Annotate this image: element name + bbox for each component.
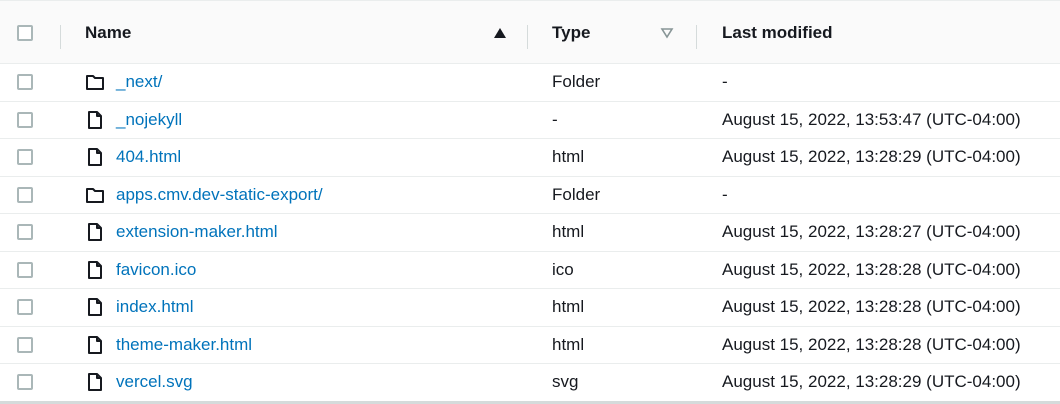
object-name-link[interactable]: vercel.svg bbox=[116, 372, 193, 392]
table-header: Name Type Last modified bbox=[0, 0, 1060, 64]
column-divider bbox=[60, 25, 61, 49]
sort-unsorted-icon[interactable] bbox=[660, 27, 674, 39]
name-cell: vercel.svg bbox=[85, 364, 193, 401]
row-select-cell bbox=[17, 327, 33, 364]
name-cell: _nojekyll bbox=[85, 102, 182, 139]
row-select-cell bbox=[17, 289, 33, 326]
row-checkbox[interactable] bbox=[17, 149, 33, 166]
last-modified-cell: August 15, 2022, 13:28:28 (UTC-04:00) bbox=[722, 259, 1021, 279]
row-checkbox[interactable] bbox=[17, 186, 33, 203]
column-header-type[interactable]: Type bbox=[552, 1, 674, 65]
object-name-link[interactable]: _next/ bbox=[116, 72, 162, 92]
file-icon bbox=[85, 110, 105, 130]
column-header-name[interactable]: Name bbox=[85, 1, 507, 65]
type-cell: html bbox=[552, 222, 585, 242]
objects-table: Name Type Last modified _next/Folder - _no… bbox=[0, 0, 1060, 404]
object-name-link[interactable]: favicon.ico bbox=[116, 260, 196, 280]
type-cell: html bbox=[552, 334, 585, 354]
column-divider bbox=[527, 25, 528, 49]
folder-icon bbox=[85, 72, 105, 92]
file-icon bbox=[85, 297, 105, 317]
row-select-cell bbox=[17, 364, 33, 401]
row-select-cell bbox=[17, 139, 33, 176]
column-header-name-label: Name bbox=[85, 23, 132, 42]
last-modified-cell: August 15, 2022, 13:28:27 (UTC-04:00) bbox=[722, 222, 1021, 242]
name-cell: apps.cmv.dev-static-export/ bbox=[85, 177, 323, 214]
last-modified-cell: - bbox=[722, 184, 728, 204]
object-name-link[interactable]: apps.cmv.dev-static-export/ bbox=[116, 185, 323, 205]
name-cell: index.html bbox=[85, 289, 193, 326]
file-icon bbox=[85, 372, 105, 392]
type-cell: Folder bbox=[552, 72, 601, 92]
table-row[interactable]: extension-maker.html html August 15, 2022,… bbox=[0, 214, 1060, 252]
file-icon bbox=[85, 260, 105, 280]
name-cell: theme-maker.html bbox=[85, 327, 252, 364]
row-checkbox[interactable] bbox=[17, 374, 33, 391]
column-header-modified-label: Last modified bbox=[722, 23, 833, 42]
column-divider bbox=[696, 25, 697, 49]
column-header-type-label: Type bbox=[552, 23, 591, 42]
name-cell: 404.html bbox=[85, 139, 181, 176]
table-row[interactable]: favicon.ico ico August 15, 2022, 13:28:28 … bbox=[0, 252, 1060, 289]
last-modified-cell: August 15, 2022, 13:28:29 (UTC-04:00) bbox=[722, 147, 1021, 167]
column-header-modified[interactable]: Last modified bbox=[722, 1, 833, 65]
row-checkbox[interactable] bbox=[17, 74, 33, 91]
last-modified-cell: - bbox=[722, 72, 728, 92]
row-select-cell bbox=[17, 252, 33, 289]
name-cell: _next/ bbox=[85, 64, 162, 101]
select-all-cell bbox=[17, 1, 33, 65]
name-cell: favicon.ico bbox=[85, 252, 196, 289]
file-icon bbox=[85, 147, 105, 167]
select-all-checkbox[interactable] bbox=[17, 25, 33, 41]
last-modified-cell: August 15, 2022, 13:28:28 (UTC-04:00) bbox=[722, 297, 1021, 317]
type-cell: html bbox=[552, 147, 585, 167]
table-row[interactable]: _nojekyll - August 15, 2022, 13:53:47 (UTC… bbox=[0, 102, 1060, 139]
type-cell: Folder bbox=[552, 184, 601, 204]
row-select-cell bbox=[17, 177, 33, 214]
type-cell: ico bbox=[552, 259, 574, 279]
row-checkbox[interactable] bbox=[17, 299, 33, 316]
file-icon bbox=[85, 222, 105, 242]
object-name-link[interactable]: _nojekyll bbox=[116, 110, 182, 130]
row-checkbox[interactable] bbox=[17, 261, 33, 278]
table-row[interactable]: apps.cmv.dev-static-export/Folder - bbox=[0, 177, 1060, 214]
row-checkbox[interactable] bbox=[17, 336, 33, 353]
last-modified-cell: August 15, 2022, 13:28:28 (UTC-04:00) bbox=[722, 334, 1021, 354]
row-select-cell bbox=[17, 214, 33, 251]
last-modified-cell: August 15, 2022, 13:28:29 (UTC-04:00) bbox=[722, 372, 1021, 392]
type-cell: html bbox=[552, 297, 585, 317]
table-row[interactable]: 404.html html August 15, 2022, 13:28:29 (U… bbox=[0, 139, 1060, 177]
sort-ascending-icon[interactable] bbox=[493, 27, 507, 39]
row-checkbox[interactable] bbox=[17, 224, 33, 241]
table-row[interactable]: vercel.svg svg August 15, 2022, 13:28:29 (… bbox=[0, 364, 1060, 402]
name-cell: extension-maker.html bbox=[85, 214, 278, 251]
last-modified-cell: August 15, 2022, 13:53:47 (UTC-04:00) bbox=[722, 109, 1021, 129]
folder-icon bbox=[85, 185, 105, 205]
type-cell: svg bbox=[552, 372, 579, 392]
object-name-link[interactable]: 404.html bbox=[116, 147, 181, 167]
row-select-cell bbox=[17, 102, 33, 139]
object-name-link[interactable]: extension-maker.html bbox=[116, 222, 278, 242]
object-name-link[interactable]: index.html bbox=[116, 297, 193, 317]
file-icon bbox=[85, 335, 105, 355]
row-select-cell bbox=[17, 64, 33, 101]
row-checkbox[interactable] bbox=[17, 111, 33, 128]
table-row[interactable]: _next/Folder - bbox=[0, 64, 1060, 102]
table-row[interactable]: index.html html August 15, 2022, 13:28:28 … bbox=[0, 289, 1060, 327]
table-row[interactable]: theme-maker.html html August 15, 2022, 13:… bbox=[0, 327, 1060, 364]
object-name-link[interactable]: theme-maker.html bbox=[116, 335, 252, 355]
type-cell: - bbox=[552, 109, 558, 129]
